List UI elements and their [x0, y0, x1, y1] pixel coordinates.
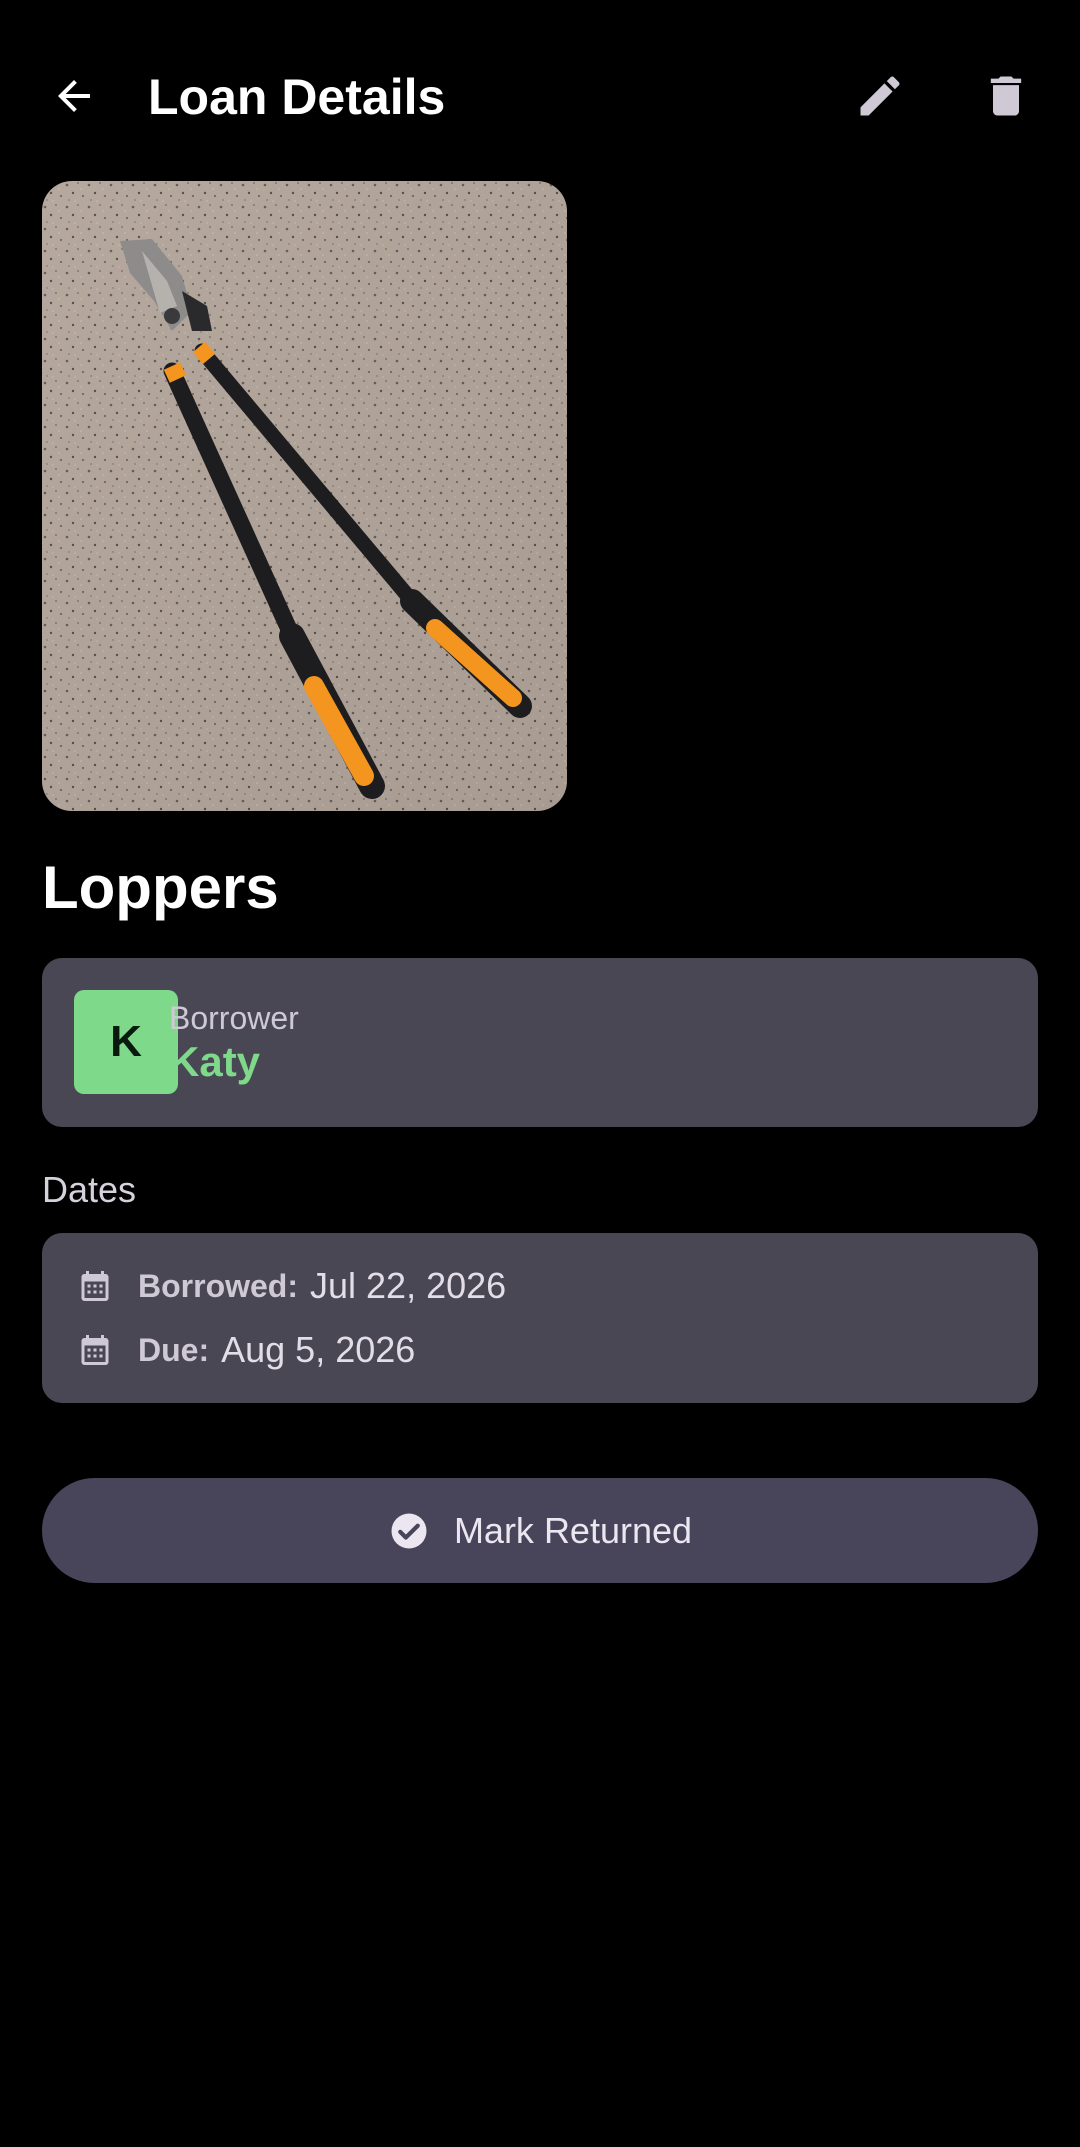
item-photo[interactable]	[42, 181, 567, 811]
dates-section-label: Dates	[42, 1169, 137, 1210]
borrowed-value: Jul 22, 2026	[310, 1265, 507, 1306]
borrower-label: Borrower	[169, 1000, 299, 1036]
page-title: Loan Details	[148, 69, 446, 125]
calendar-icon	[76, 1330, 114, 1370]
item-name: Loppers	[42, 854, 279, 921]
avatar: K	[74, 990, 178, 1094]
edit-button[interactable]	[832, 50, 928, 146]
delete-button[interactable]	[958, 50, 1054, 146]
loppers-image	[42, 181, 567, 811]
trash-icon	[980, 70, 1032, 127]
borrower-name: Katy	[169, 1038, 261, 1085]
due-label: Due:	[138, 1331, 210, 1368]
check-circle-icon	[388, 1510, 430, 1552]
mark-returned-button[interactable]: Mark Returned	[42, 1478, 1038, 1583]
due-date-row: Due: Aug 5, 2026	[76, 1324, 415, 1376]
borrowed-label: Borrowed:	[138, 1267, 298, 1304]
arrow-back-icon	[50, 72, 98, 125]
dates-card	[42, 1233, 1038, 1403]
app-bar: Loan Details	[0, 0, 1080, 196]
calendar-icon	[76, 1266, 114, 1306]
mark-returned-label: Mark Returned	[453, 1509, 693, 1551]
due-value: Aug 5, 2026	[221, 1329, 416, 1370]
back-button[interactable]	[26, 50, 122, 146]
borrowed-date-row: Borrowed: Jul 22, 2026	[76, 1260, 506, 1312]
pencil-icon	[854, 70, 906, 127]
